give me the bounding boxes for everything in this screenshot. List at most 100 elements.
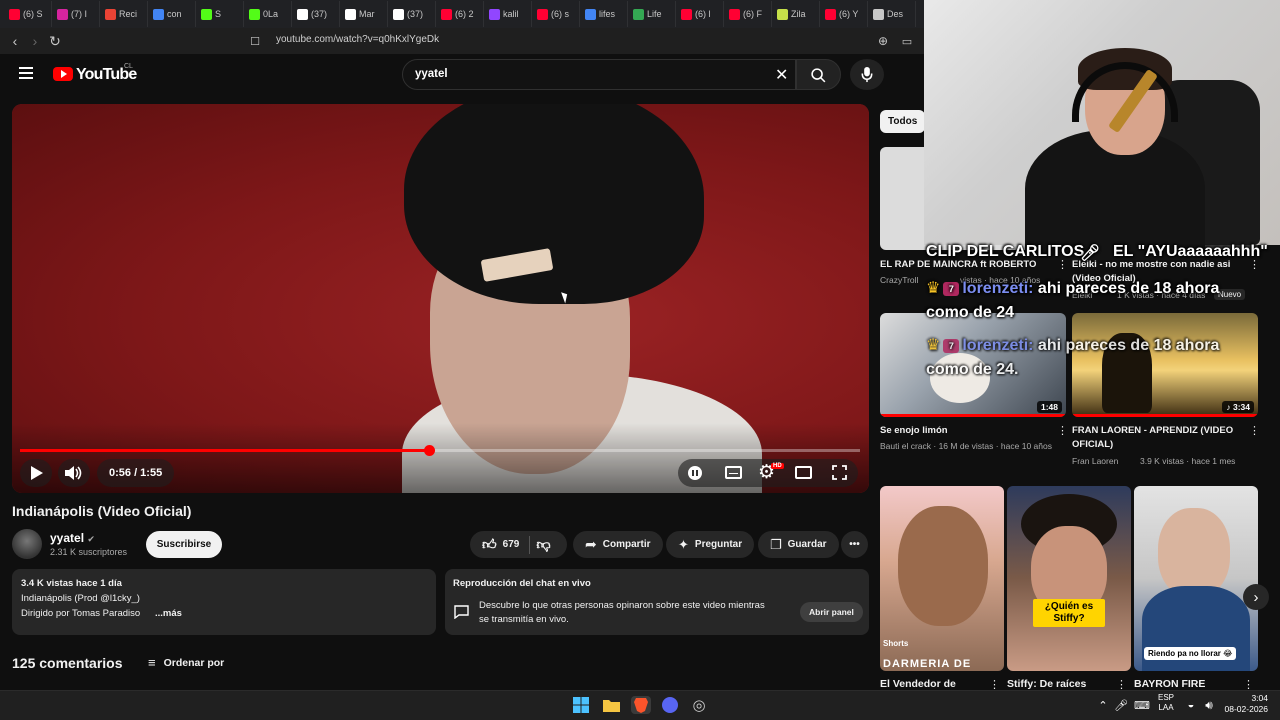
voice-search-button[interactable] <box>850 59 884 90</box>
channel-avatar[interactable] <box>12 529 42 559</box>
brave-browser-icon[interactable] <box>631 696 651 714</box>
chat-message-2-cont: como de 24. <box>926 361 1019 378</box>
share-label: Compartir <box>602 539 651 550</box>
description-meta: 3.4 K vistas hace 1 día <box>21 578 122 589</box>
tray-chevron-icon[interactable]: ⌃ <box>1094 696 1112 714</box>
save-button[interactable]: ❐ Guardar <box>758 531 839 558</box>
browser-tab[interactable]: (6) S <box>4 1 52 27</box>
search-button[interactable] <box>796 59 841 90</box>
browser-tab[interactable]: (6) 2 <box>436 1 484 27</box>
fullscreen-icon[interactable] <box>832 465 847 480</box>
tab-favicon-icon <box>681 8 692 20</box>
short-thumb-2[interactable]: ¿Quién es Stiffy? <box>1007 486 1131 671</box>
file-explorer-icon[interactable] <box>602 696 620 714</box>
browser-tab[interactable]: (37) <box>388 1 436 27</box>
reload-icon[interactable]: ↻ <box>46 32 64 50</box>
shorts-next-button[interactable]: › <box>1243 584 1269 610</box>
browser-tab[interactable]: 0La <box>244 1 292 27</box>
search-input[interactable]: yyatel <box>415 68 448 80</box>
chip-todos[interactable]: Todos <box>880 110 926 133</box>
related-title-4[interactable]: FRAN LAOREN - APRENDIZ (VIDEO <box>1072 424 1233 438</box>
subtitles-icon[interactable] <box>725 466 742 479</box>
chat-message-1: ♛ 7 lorenzeti: ahi pareces de 18 ahora <box>926 278 1219 298</box>
sort-comments-button[interactable]: ≡ Ordenar por <box>148 655 224 670</box>
progress-scrubber[interactable] <box>424 445 436 456</box>
tab-label: (6) 2 <box>455 9 474 19</box>
browser-tab[interactable]: Des <box>868 1 916 27</box>
short-thumb-3[interactable]: Riendo pa no llorar 😂 <box>1134 486 1258 671</box>
video-player[interactable]: 0:56 / 1:55 ⚙ HD <box>12 104 869 493</box>
play-button[interactable] <box>20 459 52 487</box>
windows-start-icon[interactable] <box>572 696 590 714</box>
forward-icon[interactable]: › <box>26 32 44 50</box>
tab-label: kalil <box>503 9 519 19</box>
description-more-link[interactable]: ...más <box>155 608 182 619</box>
more-actions-button[interactable]: ••• <box>841 531 868 558</box>
like-icon[interactable]: 👍︎ <box>482 536 497 553</box>
browser-toolbar: ‹ › ↻ ☐ ⊕ ▭ <box>0 28 924 54</box>
related-channel-4[interactable]: Fran Laoren <box>1072 456 1118 466</box>
system-clock[interactable]: 3:04 08-02-2026 <box>1225 693 1268 715</box>
zoom-icon[interactable]: ⊕ <box>874 32 892 50</box>
obs-icon[interactable]: ◎ <box>690 696 708 714</box>
browser-tab[interactable]: (6) F <box>724 1 772 27</box>
theater-mode-icon[interactable] <box>795 466 812 479</box>
input-language[interactable]: ESP LAA <box>1158 693 1174 714</box>
related-meta-3: Bauti el crack · 16 M de vistas · hace 1… <box>880 441 1052 451</box>
tab-label: S <box>215 9 222 19</box>
autoplay-toggle[interactable] <box>688 466 702 480</box>
clear-search-icon[interactable]: ✕ <box>775 65 788 85</box>
back-icon[interactable]: ‹ <box>6 32 24 50</box>
cast-icon[interactable]: ▭ <box>898 32 916 50</box>
speaker-icon[interactable]: 🔊︎ <box>1200 696 1218 714</box>
discord-icon[interactable] <box>661 696 679 714</box>
channel-name-text[interactable]: yyatel <box>50 531 84 545</box>
tray-keyboard-icon[interactable]: ⌨ <box>1133 696 1151 714</box>
channel-name[interactable]: yyatel ✔ <box>50 531 95 545</box>
browser-tab[interactable]: (6) Y <box>820 1 868 27</box>
related-title-3[interactable]: Se enojo limón <box>880 424 948 438</box>
short-thumb-1[interactable]: Shorts DARMERIA DE CHILE <box>880 486 1004 671</box>
browser-tab[interactable]: (7) I <box>52 1 100 27</box>
search-box[interactable]: yyatel ✕ <box>402 59 796 90</box>
description-card[interactable]: 3.4 K vistas hace 1 día Indianápolis (Pr… <box>12 569 436 635</box>
youtube-logo-icon[interactable] <box>53 67 73 81</box>
related-menu-icon-4[interactable]: ⋮ <box>1249 424 1260 437</box>
ask-button[interactable]: ✦ Preguntar <box>666 531 755 558</box>
browser-tab[interactable]: lifes <box>580 1 628 27</box>
browser-tab[interactable]: (37) <box>292 1 340 27</box>
related-title-4b[interactable]: OFICIAL) <box>1072 438 1113 452</box>
tab-favicon-icon <box>297 8 308 20</box>
browser-tab[interactable]: Life <box>628 1 676 27</box>
address-bar[interactable]: youtube.com/watch?v=q0hKxlYgeDk <box>276 34 439 45</box>
sort-label: Ordenar por <box>163 656 225 669</box>
browser-tab[interactable]: S <box>196 1 244 27</box>
browser-tab[interactable]: con <box>148 1 196 27</box>
browser-tab[interactable]: kalil <box>484 1 532 27</box>
share-button[interactable]: ➦ Compartir <box>573 531 663 558</box>
wifi-icon[interactable]: ◒ <box>1182 696 1200 714</box>
subscribe-button[interactable]: Suscribirse <box>146 531 222 558</box>
progress-bar[interactable] <box>20 445 860 456</box>
tray-mic-icon[interactable]: 🎤︎ <box>1112 696 1130 714</box>
browser-tab[interactable]: (6) s <box>532 1 580 27</box>
bookmark-icon[interactable]: ☐ <box>246 32 264 50</box>
browser-tab[interactable]: (6) l <box>676 1 724 27</box>
tab-label: (6) S <box>23 9 43 19</box>
related-menu-icon-3[interactable]: ⋮ <box>1057 424 1068 437</box>
volume-button[interactable] <box>58 459 90 487</box>
bookmark-save-icon: ❐ <box>770 536 782 552</box>
browser-tab[interactable]: Zila <box>772 1 820 27</box>
browser-tab[interactable]: Reci <box>100 1 148 27</box>
like-count[interactable]: 679 <box>503 539 520 550</box>
open-panel-button[interactable]: Abrir panel <box>800 602 863 622</box>
dislike-icon[interactable]: 👎︎ <box>536 536 550 553</box>
tab-favicon-icon <box>153 8 164 20</box>
shorts-tag: Shorts <box>883 639 909 648</box>
related-channel-1[interactable]: CrazyTroll <box>880 275 918 285</box>
browser-tab[interactable]: Mar <box>340 1 388 27</box>
chat-username-2: lorenzeti: <box>962 337 1034 354</box>
related-thumb-4[interactable]: ♪ 3:34 <box>1072 313 1258 417</box>
menu-icon[interactable] <box>19 67 33 79</box>
tab-favicon-icon <box>729 8 740 20</box>
